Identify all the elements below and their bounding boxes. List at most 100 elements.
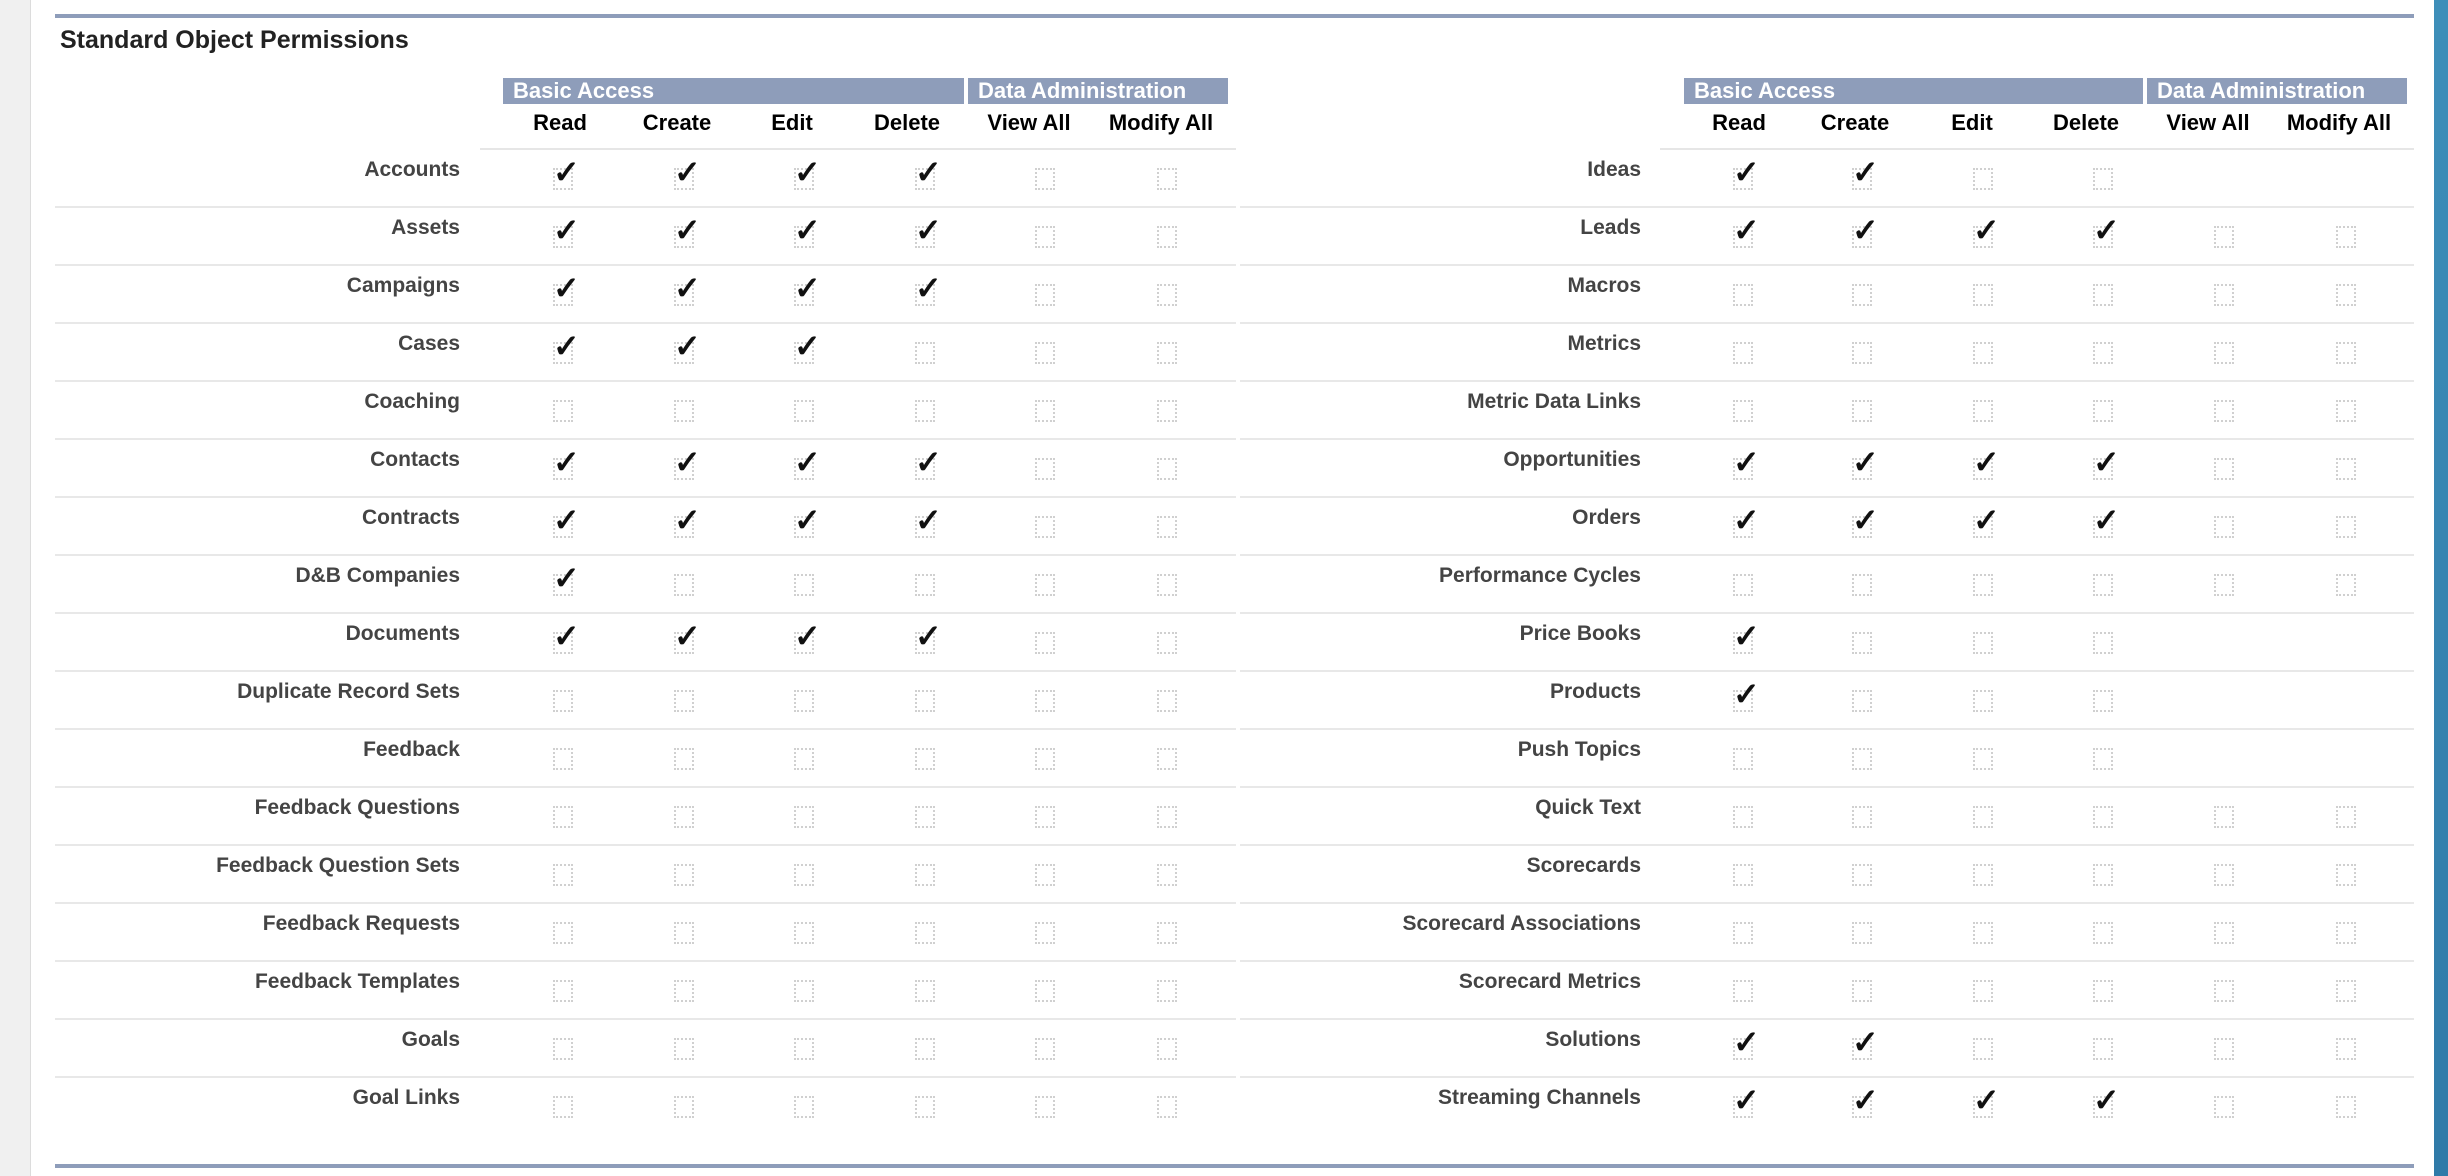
permission-checkbox-read[interactable] — [553, 400, 573, 422]
permission-checkbox-edit[interactable]: ✓ — [1973, 1084, 2000, 1118]
permission-checkbox-modify-all[interactable] — [1157, 632, 1177, 654]
permission-checkbox-read[interactable] — [553, 980, 573, 1002]
permission-checkbox-edit[interactable] — [1973, 864, 1993, 886]
permission-checkbox-edit[interactable] — [794, 690, 814, 712]
permission-checkbox-create[interactable] — [1852, 284, 1872, 306]
permission-checkbox-edit[interactable] — [794, 806, 814, 828]
permission-checkbox-view-all[interactable] — [1035, 574, 1055, 596]
permission-checkbox-view-all[interactable] — [1035, 632, 1055, 654]
permission-checkbox-create[interactable] — [674, 574, 694, 596]
permission-checkbox-create[interactable] — [1852, 400, 1872, 422]
permission-checkbox-delete[interactable]: ✓ — [2093, 214, 2120, 248]
permission-checkbox-modify-all[interactable] — [1157, 922, 1177, 944]
permission-checkbox-view-all[interactable] — [2214, 226, 2234, 248]
permission-checkbox-read[interactable]: ✓ — [553, 446, 580, 480]
permission-checkbox-view-all[interactable] — [2214, 400, 2234, 422]
permission-checkbox-modify-all[interactable] — [1157, 748, 1177, 770]
permission-checkbox-delete[interactable] — [2093, 1038, 2113, 1060]
permission-checkbox-modify-all[interactable] — [1157, 226, 1177, 248]
permission-checkbox-modify-all[interactable] — [2336, 922, 2356, 944]
permission-checkbox-edit[interactable]: ✓ — [794, 620, 821, 654]
permission-checkbox-view-all[interactable] — [1035, 806, 1055, 828]
permission-checkbox-modify-all[interactable] — [1157, 458, 1177, 480]
permission-checkbox-modify-all[interactable] — [1157, 168, 1177, 190]
permission-checkbox-modify-all[interactable] — [2336, 458, 2356, 480]
permission-checkbox-edit[interactable]: ✓ — [794, 446, 821, 480]
permission-checkbox-edit[interactable] — [794, 1038, 814, 1060]
permission-checkbox-modify-all[interactable] — [2336, 1038, 2356, 1060]
permission-checkbox-delete[interactable] — [2093, 574, 2113, 596]
permission-checkbox-create[interactable]: ✓ — [1852, 446, 1879, 480]
permission-checkbox-create[interactable] — [1852, 574, 1872, 596]
permission-checkbox-delete[interactable]: ✓ — [915, 272, 942, 306]
permission-checkbox-create[interactable] — [1852, 864, 1872, 886]
permission-checkbox-view-all[interactable] — [1035, 922, 1055, 944]
permission-checkbox-view-all[interactable] — [2214, 1038, 2234, 1060]
permission-checkbox-view-all[interactable] — [2214, 922, 2234, 944]
permission-checkbox-read[interactable]: ✓ — [553, 214, 580, 248]
permission-checkbox-delete[interactable] — [2093, 168, 2113, 190]
permission-checkbox-view-all[interactable] — [1035, 168, 1055, 190]
permission-checkbox-create[interactable]: ✓ — [674, 272, 701, 306]
permission-checkbox-edit[interactable] — [794, 864, 814, 886]
permission-checkbox-modify-all[interactable] — [2336, 1096, 2356, 1118]
permission-checkbox-edit[interactable]: ✓ — [1973, 504, 2000, 538]
permission-checkbox-create[interactable] — [674, 922, 694, 944]
permission-checkbox-view-all[interactable] — [1035, 1038, 1055, 1060]
permission-checkbox-modify-all[interactable] — [2336, 516, 2356, 538]
permission-checkbox-delete[interactable] — [2093, 632, 2113, 654]
permission-checkbox-edit[interactable] — [1973, 284, 1993, 306]
permission-checkbox-delete[interactable] — [915, 864, 935, 886]
permission-checkbox-modify-all[interactable] — [2336, 342, 2356, 364]
permission-checkbox-read[interactable] — [553, 922, 573, 944]
permission-checkbox-read[interactable]: ✓ — [1733, 678, 1760, 712]
permission-checkbox-modify-all[interactable] — [1157, 574, 1177, 596]
permission-checkbox-delete[interactable] — [915, 342, 935, 364]
permission-checkbox-edit[interactable] — [1973, 690, 1993, 712]
permission-checkbox-edit[interactable]: ✓ — [794, 214, 821, 248]
permission-checkbox-view-all[interactable] — [2214, 806, 2234, 828]
permission-checkbox-modify-all[interactable] — [1157, 980, 1177, 1002]
permission-checkbox-create[interactable] — [674, 400, 694, 422]
permission-checkbox-read[interactable] — [1733, 400, 1753, 422]
permission-checkbox-edit[interactable]: ✓ — [1973, 214, 2000, 248]
permission-checkbox-edit[interactable]: ✓ — [794, 504, 821, 538]
permission-checkbox-read[interactable] — [553, 1096, 573, 1118]
permission-checkbox-edit[interactable] — [1973, 400, 1993, 422]
permission-checkbox-edit[interactable] — [794, 748, 814, 770]
permission-checkbox-modify-all[interactable] — [2336, 574, 2356, 596]
permission-checkbox-delete[interactable]: ✓ — [915, 620, 942, 654]
permission-checkbox-edit[interactable] — [794, 922, 814, 944]
permission-checkbox-create[interactable] — [674, 1096, 694, 1118]
permission-checkbox-delete[interactable] — [2093, 864, 2113, 886]
permission-checkbox-read[interactable] — [1733, 922, 1753, 944]
permission-checkbox-delete[interactable]: ✓ — [915, 214, 942, 248]
permission-checkbox-create[interactable]: ✓ — [1852, 156, 1879, 190]
permission-checkbox-view-all[interactable] — [1035, 226, 1055, 248]
permission-checkbox-create[interactable]: ✓ — [674, 214, 701, 248]
permission-checkbox-view-all[interactable] — [2214, 574, 2234, 596]
permission-checkbox-delete[interactable] — [2093, 342, 2113, 364]
permission-checkbox-read[interactable] — [553, 690, 573, 712]
permission-checkbox-create[interactable]: ✓ — [1852, 214, 1879, 248]
permission-checkbox-read[interactable]: ✓ — [1733, 1084, 1760, 1118]
permission-checkbox-view-all[interactable] — [2214, 980, 2234, 1002]
permission-checkbox-modify-all[interactable] — [1157, 1096, 1177, 1118]
permission-checkbox-create[interactable]: ✓ — [674, 156, 701, 190]
permission-checkbox-delete[interactable]: ✓ — [915, 446, 942, 480]
permission-checkbox-read[interactable] — [553, 806, 573, 828]
permission-checkbox-modify-all[interactable] — [2336, 284, 2356, 306]
permission-checkbox-modify-all[interactable] — [2336, 400, 2356, 422]
permission-checkbox-create[interactable] — [1852, 806, 1872, 828]
permission-checkbox-create[interactable] — [1852, 690, 1872, 712]
permission-checkbox-create[interactable] — [1852, 980, 1872, 1002]
permission-checkbox-edit[interactable] — [794, 400, 814, 422]
permission-checkbox-read[interactable]: ✓ — [1733, 446, 1760, 480]
permission-checkbox-modify-all[interactable] — [1157, 400, 1177, 422]
permission-checkbox-read[interactable] — [1733, 284, 1753, 306]
permission-checkbox-edit[interactable] — [1973, 574, 1993, 596]
permission-checkbox-delete[interactable] — [2093, 400, 2113, 422]
permission-checkbox-read[interactable] — [1733, 748, 1753, 770]
permission-checkbox-read[interactable]: ✓ — [1733, 214, 1760, 248]
permission-checkbox-create[interactable]: ✓ — [1852, 1084, 1879, 1118]
